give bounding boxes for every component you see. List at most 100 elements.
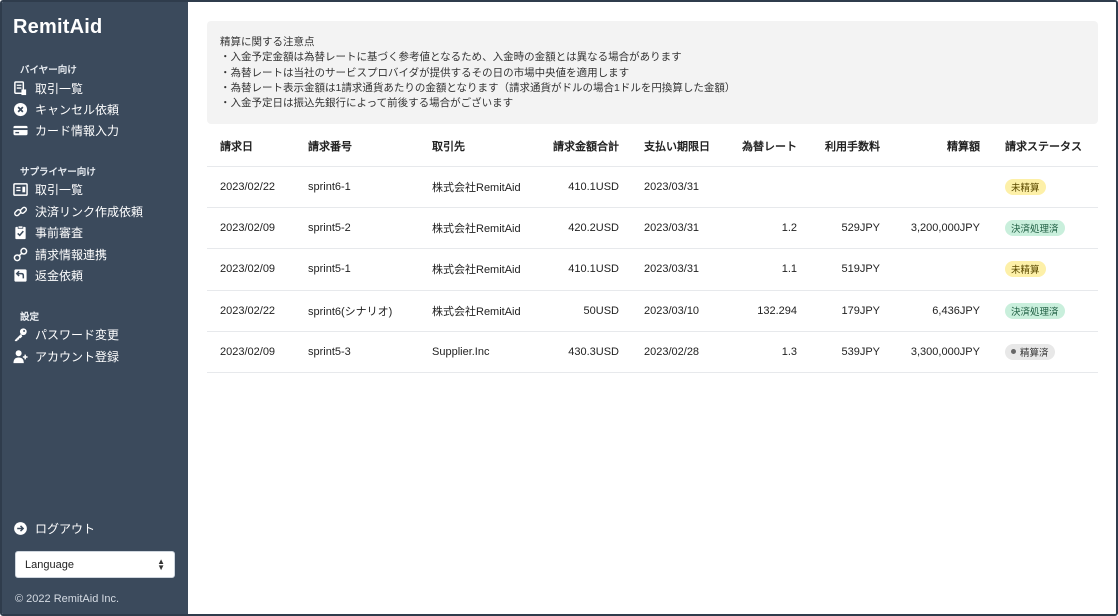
copyright: © 2022 RemitAid Inc.: [15, 593, 120, 605]
cell-total: 410.1USD: [568, 181, 619, 194]
notice-title: 精算に関する注意点: [220, 36, 315, 48]
sidebar-item-refund-request[interactable]: 返金依頼: [12, 265, 182, 285]
settlement-notice: 精算に関する注意点 ・入金予定金額は為替レートに基づく参考値となるため、入金時の…: [207, 21, 1098, 124]
cell-partner: 株式会社RemitAid: [432, 223, 521, 236]
cell-fee: 519JPY: [841, 263, 880, 276]
cell-settlement-amount: [887, 249, 980, 289]
cell-total: 410.1USD: [568, 263, 619, 276]
notice-line: ・為替レートは当社のサービスプロバイダが提供するその日の市場中央値を適用します: [220, 66, 630, 79]
sidebar-item-password-change[interactable]: パスワード変更: [12, 324, 182, 344]
sidebar-item-label: キャンセル依頼: [35, 102, 120, 117]
cell-status: 決済処理済: [1005, 208, 1095, 248]
cell-exchange-rate: 1.2: [781, 222, 797, 235]
status-badge-label: 精算済: [1020, 347, 1049, 359]
cell-fee: 539JPY: [841, 345, 880, 358]
sidebar-item-label: 事前審査: [35, 225, 84, 240]
cell-settlement-amount: 3,300,000JPY: [910, 345, 980, 358]
cell-invoice-number: sprint6(シナリオ): [308, 305, 393, 318]
status-badge: 決済処理済: [1005, 220, 1065, 237]
sidebar-item-supplier-transactions[interactable]: 取引一覧: [12, 179, 182, 199]
table-row[interactable]: 2023/02/22 sprint6-1 株式会社RemitAid 410.1U…: [207, 167, 1098, 209]
cell-status: 決済処理済: [1005, 291, 1095, 331]
link-icon: [12, 203, 28, 219]
cell-partner: 株式会社RemitAid: [432, 182, 521, 195]
cell-invoice-date: 2023/02/09: [220, 345, 276, 358]
credit-card-icon: [12, 122, 28, 138]
select-arrows-icon: ▲ ▼: [157, 556, 165, 572]
cell-due-date: 2023/03/31: [644, 263, 700, 276]
cell-fee: [807, 167, 880, 207]
sidebar-item-label: 取引一覧: [35, 81, 84, 96]
sidebar-item-label: 請求情報連携: [35, 247, 108, 262]
settings-section-title: 設定: [20, 312, 40, 323]
table-row[interactable]: 2023/02/09 sprint5-1 株式会社RemitAid 410.1U…: [207, 249, 1098, 291]
clipboard-check-icon: [12, 224, 28, 240]
cell-due-date: 2023/03/10: [644, 304, 700, 317]
sidebar-item-account-registration[interactable]: アカウント登録: [12, 346, 182, 366]
cell-settlement-amount: [887, 167, 980, 207]
cell-total: 420.2USD: [568, 222, 619, 235]
column-header-settlement-amount[interactable]: 精算額: [887, 125, 980, 166]
logout-button[interactable]: ログアウト: [12, 518, 182, 538]
cell-status: 未精算: [1005, 167, 1095, 207]
cell-invoice-number: sprint5-3: [308, 345, 351, 358]
column-header-invoice-date[interactable]: 請求日: [220, 125, 300, 166]
cell-due-date: 2023/03/31: [644, 181, 700, 194]
cell-exchange-rate: 1.3: [781, 345, 797, 358]
cell-exchange-rate: 132.294: [757, 304, 797, 317]
sidebar-item-label: カード情報入力: [35, 123, 120, 138]
table-header-row: 請求日 請求番号 取引先 請求金額合計 支払い期限日 為替レート 利用手数料 精…: [207, 125, 1098, 167]
cell-due-date: 2023/02/28: [644, 345, 700, 358]
cell-settlement-amount: 6,436JPY: [932, 304, 980, 317]
column-header-partner[interactable]: 取引先: [432, 125, 552, 166]
main-content: 精算に関する注意点 ・入金予定金額は為替レートに基づく参考値となるため、入金時の…: [188, 2, 1116, 614]
cell-partner: 株式会社RemitAid: [432, 264, 521, 277]
column-header-invoice-number[interactable]: 請求番号: [308, 125, 418, 166]
column-header-total[interactable]: 請求金額合計: [537, 125, 619, 166]
key-icon: [12, 326, 28, 342]
sidebar-item-label: パスワード変更: [35, 327, 120, 342]
notice-line: ・入金予定金額は為替レートに基づく参考値となるため、入金時の金額とは異なる場合が…: [220, 51, 682, 64]
cell-invoice-number: sprint6-1: [308, 181, 351, 194]
add-user-icon: [12, 348, 28, 364]
sidebar-item-payment-link[interactable]: 決済リンク作成依頼: [12, 201, 182, 221]
logout-label: ログアウト: [35, 521, 96, 536]
column-header-due-date[interactable]: 支払い期限日: [644, 125, 724, 166]
sidebar: RemitAid バイヤー向け 取引一覧 キャンセル依頼 カード情報入力 サプラ…: [2, 2, 188, 614]
sidebar-item-label: アカウント登録: [35, 349, 120, 364]
cell-fee: 179JPY: [841, 304, 880, 317]
status-badge: 決済処理済: [1005, 302, 1065, 319]
app-window: RemitAid バイヤー向け 取引一覧 キャンセル依頼 カード情報入力 サプラ…: [0, 0, 1118, 616]
cell-total: 430.3USD: [568, 345, 619, 358]
invoice-table: 請求日 請求番号 取引先 請求金額合計 支払い期限日 為替レート 利用手数料 精…: [207, 125, 1098, 373]
cancel-circle-icon: [12, 101, 28, 117]
status-dot-icon: [1011, 349, 1016, 355]
notice-line: ・為替レート表示金額は1請求通貨あたりの金額となります（請求通貨がドルの場合1ド…: [220, 81, 736, 94]
cell-status: 未精算: [1005, 249, 1095, 289]
sidebar-item-card-info[interactable]: カード情報入力: [12, 120, 182, 140]
table-row[interactable]: 2023/02/09 sprint5-2 株式会社RemitAid 420.2U…: [207, 208, 1098, 250]
language-select[interactable]: Language ▲ ▼: [15, 551, 175, 578]
cell-invoice-number: sprint5-2: [308, 222, 351, 235]
cell-invoice-date: 2023/02/09: [220, 263, 276, 276]
sidebar-item-label: 決済リンク作成依頼: [35, 204, 144, 219]
column-header-status[interactable]: 請求ステータス: [1005, 125, 1095, 166]
status-badge: 未精算: [1005, 261, 1046, 278]
refund-icon: [12, 267, 28, 283]
table-row[interactable]: 2023/02/09 sprint5-3 Supplier.Inc 430.3U…: [207, 332, 1098, 373]
cell-invoice-date: 2023/02/22: [220, 181, 276, 194]
cell-invoice-date: 2023/02/22: [220, 304, 276, 317]
list-box-icon: [12, 181, 28, 197]
app-logo: RemitAid: [13, 16, 103, 38]
column-header-fee[interactable]: 利用手数料: [807, 125, 880, 166]
cell-invoice-date: 2023/02/09: [220, 222, 276, 235]
column-header-exchange-rate[interactable]: 為替レート: [727, 125, 797, 166]
sidebar-item-pre-screening[interactable]: 事前審査: [12, 222, 182, 242]
cell-exchange-rate: [727, 167, 797, 207]
sidebar-item-cancel-request[interactable]: キャンセル依頼: [12, 99, 182, 119]
sidebar-item-buyer-transactions[interactable]: 取引一覧: [12, 78, 182, 98]
table-row[interactable]: 2023/02/22 sprint6(シナリオ) 株式会社RemitAid 50…: [207, 291, 1098, 332]
cell-partner: Supplier.Inc: [432, 345, 490, 358]
sidebar-item-label: 取引一覧: [35, 182, 84, 197]
sidebar-item-billing-integration[interactable]: 請求情報連携: [12, 244, 182, 264]
